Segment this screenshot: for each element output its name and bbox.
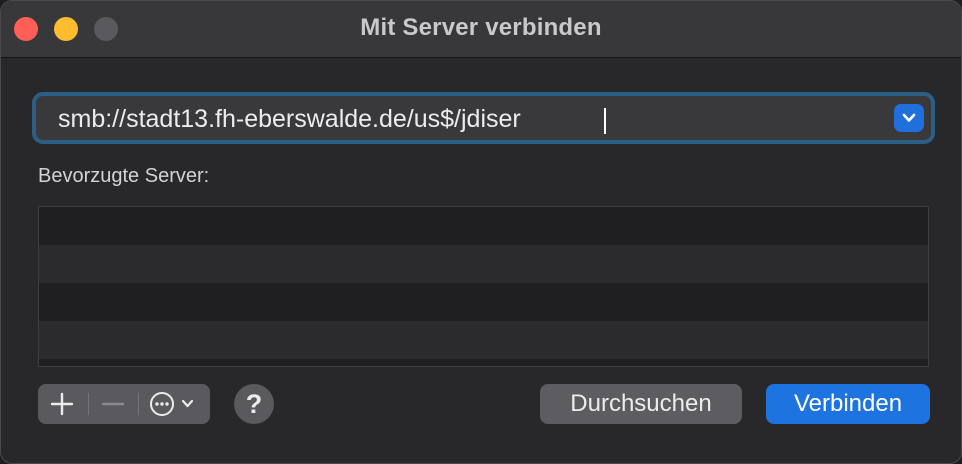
browse-button[interactable]: Durchsuchen (540, 384, 742, 424)
favorite-servers-list[interactable] (38, 206, 929, 367)
list-item[interactable] (39, 283, 928, 321)
connect-button[interactable]: Verbinden (766, 384, 930, 424)
list-item[interactable] (39, 321, 928, 359)
chevron-down-icon (902, 113, 916, 122)
server-address-input[interactable] (58, 104, 878, 134)
text-caret (604, 108, 606, 134)
server-address-combobox[interactable] (32, 92, 935, 144)
ellipsis-circle-icon (150, 392, 194, 416)
recent-servers-dropdown-button[interactable] (894, 104, 924, 132)
favorites-edit-segmented-control (38, 384, 210, 424)
window-title: Mit Server verbinden (360, 14, 602, 41)
help-button[interactable]: ? (234, 384, 274, 424)
list-item[interactable] (39, 245, 928, 283)
list-item[interactable] (39, 207, 928, 245)
minus-icon (101, 402, 125, 406)
server-address-field-background (38, 98, 929, 138)
favorite-actions-menu-button[interactable] (138, 384, 210, 424)
favorite-servers-label: Bevorzugte Server: (38, 165, 210, 187)
connect-to-server-window: Mit Server verbinden Bevorzugte Server: (0, 0, 962, 464)
title-bar: Mit Server verbinden (1, 1, 961, 58)
plus-icon (50, 392, 74, 416)
add-favorite-button[interactable] (38, 384, 88, 424)
remove-favorite-button[interactable] (88, 384, 138, 424)
